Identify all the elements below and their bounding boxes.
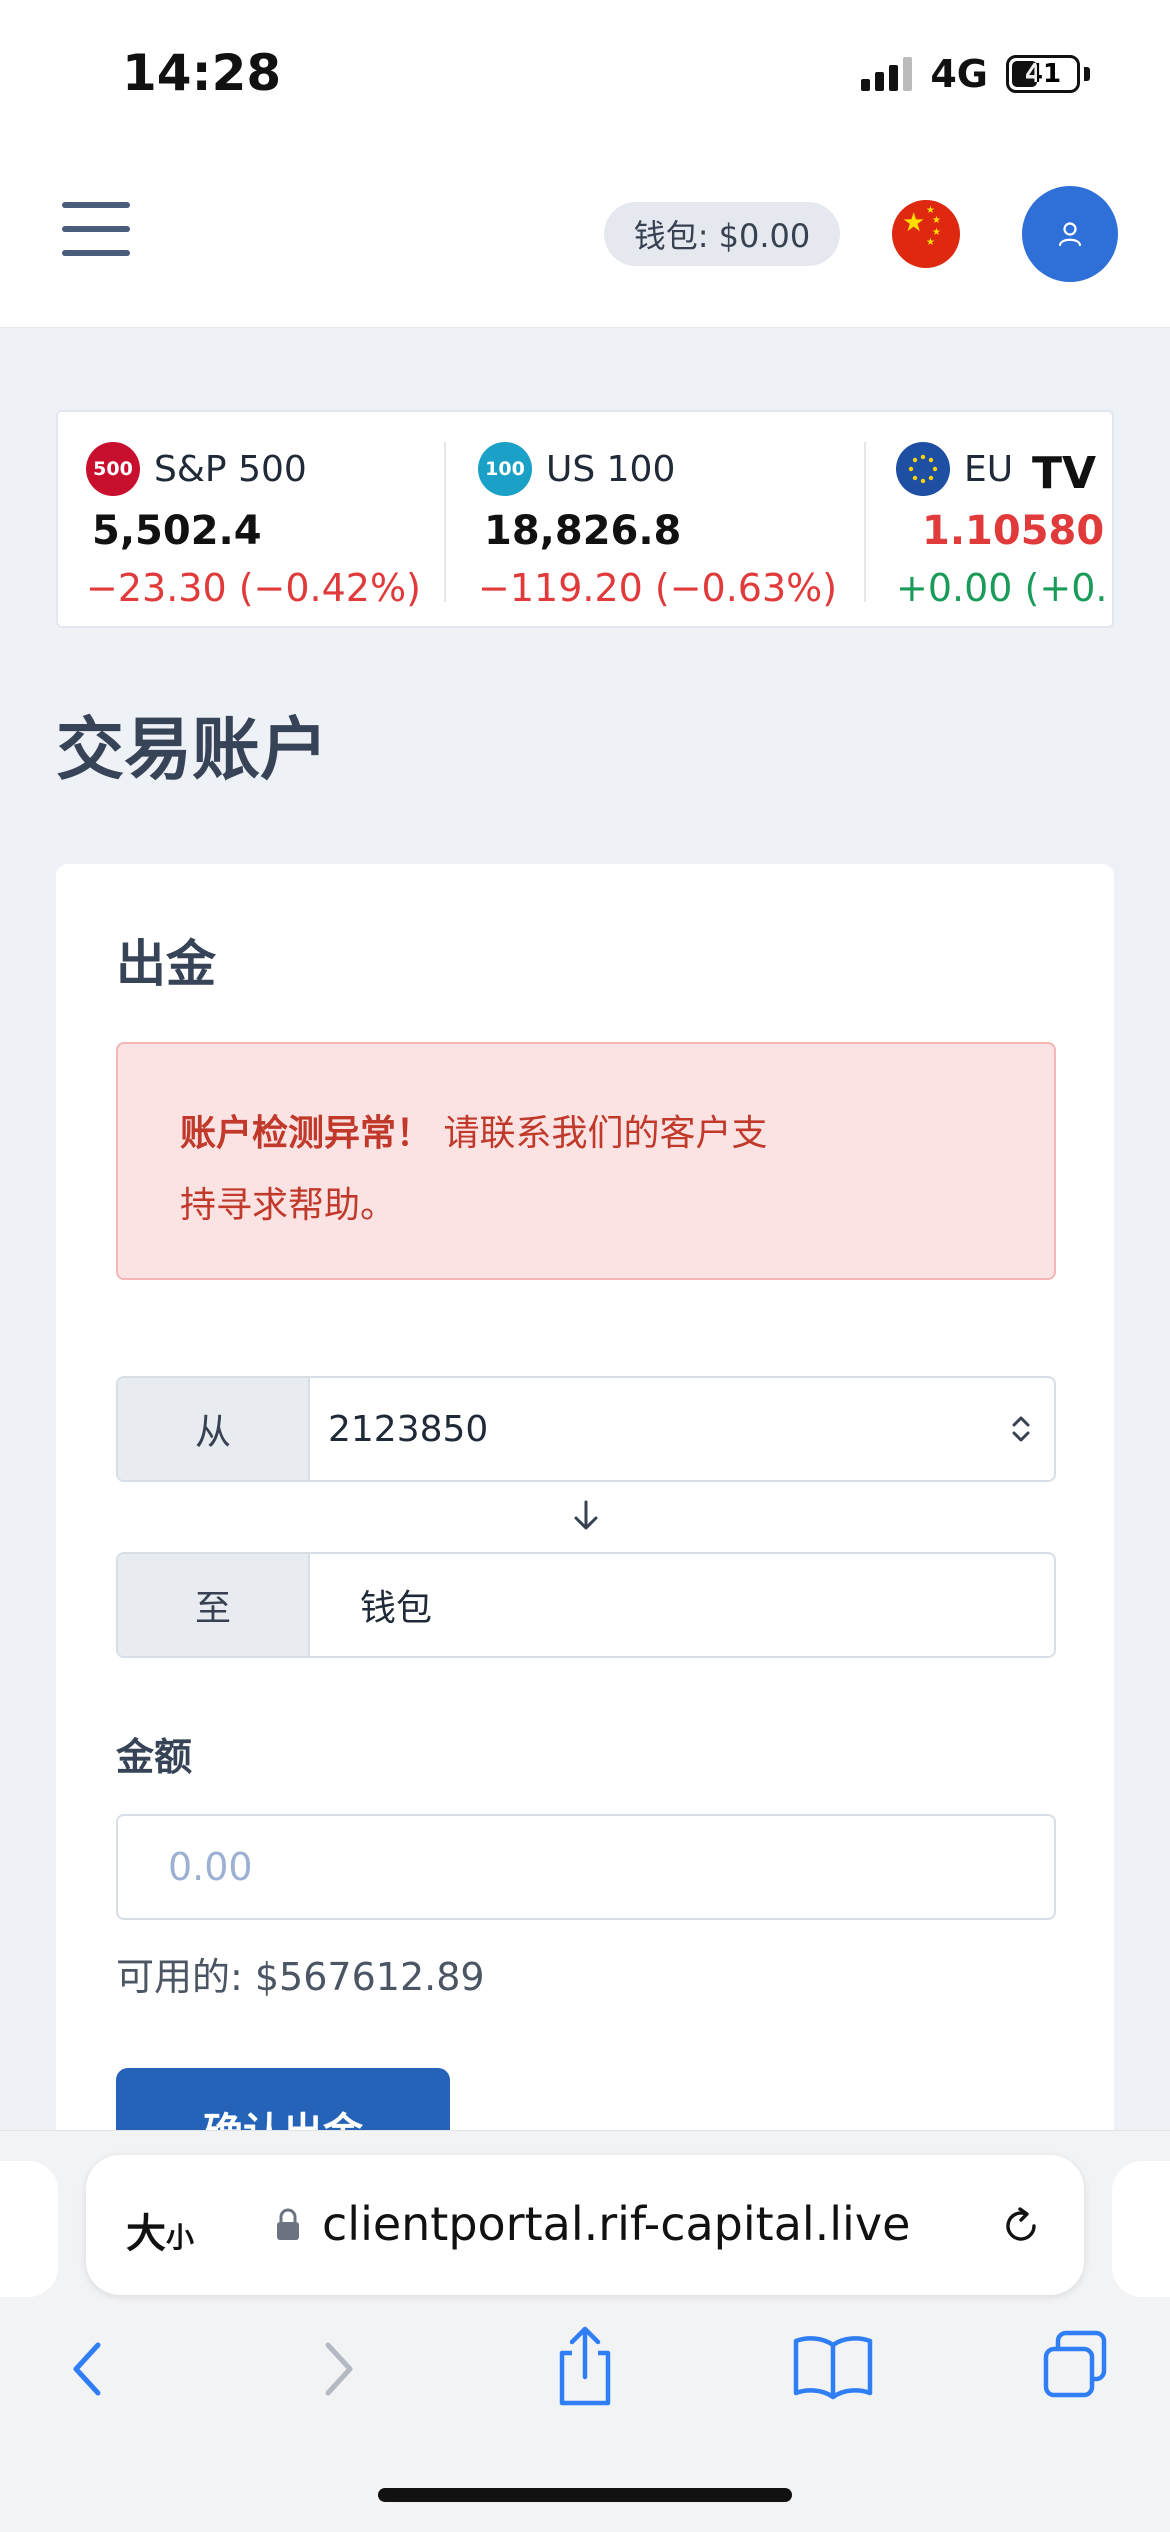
ticker-divider xyxy=(864,442,866,602)
ticker-change: −119.20 (−0.63%) xyxy=(478,566,838,610)
ticker-price: 18,826.8 xyxy=(484,508,682,554)
share-icon[interactable] xyxy=(550,2323,620,2409)
card-title: 出金 xyxy=(116,935,216,993)
ticker-price: 1.10580 xyxy=(922,508,1105,554)
ticker-head: 500 S&P 500 xyxy=(86,442,307,496)
status-bar: 14:28 4G 41 xyxy=(0,0,1170,150)
ticker-head: 100 US 100 xyxy=(478,442,675,496)
arrow-down-icon xyxy=(574,1500,598,1530)
china-flag-icon[interactable]: ★ ★ ★ ★ ★ xyxy=(892,200,960,268)
to-label: 至 xyxy=(118,1554,310,1656)
forward-icon[interactable] xyxy=(316,2337,360,2401)
ticker-name: EU xyxy=(964,448,1014,490)
tradingview-logo[interactable]: TV xyxy=(1016,436,1112,510)
sp500-badge-icon: 500 xyxy=(86,442,140,496)
available-balance: 可用的: $567612.89 xyxy=(116,1955,485,1999)
app-header: 钱包: $0.00 ★ ★ ★ ★ ★ xyxy=(0,150,1170,328)
ticker-name: US 100 xyxy=(546,448,676,490)
network-type: 4G xyxy=(930,52,988,96)
ticker-item-us100[interactable]: 100 US 100 18,826.8 −119.20 (−0.63%) xyxy=(478,412,858,626)
amount-input[interactable]: 0.00 xyxy=(116,1814,1056,1920)
address-bar[interactable]: 大小 clientportal.rif-capital.live xyxy=(86,2155,1084,2295)
ticker-change: −23.30 (−0.42%) xyxy=(86,566,421,610)
market-ticker: 500 S&P 500 5,502.4 −23.30 (−0.42%) 100 … xyxy=(56,410,1114,628)
to-account-field[interactable]: 钱包 xyxy=(310,1554,1054,1656)
to-account-group: 至 钱包 xyxy=(116,1552,1056,1658)
tabs-icon[interactable] xyxy=(1040,2327,1112,2403)
next-tab-preview[interactable] xyxy=(1112,2161,1170,2297)
wallet-balance-pill[interactable]: 钱包: $0.00 xyxy=(604,202,840,266)
ticker-name: S&P 500 xyxy=(154,448,307,490)
browser-toolbar: 大小 clientportal.rif-capital.live xyxy=(0,2130,1170,2532)
eu-flag-icon xyxy=(896,442,950,496)
url-text: clientportal.rif-capital.live xyxy=(322,2197,911,2251)
user-glyph-icon xyxy=(1058,222,1082,247)
from-account-group: 从 2123850 xyxy=(116,1376,1056,1482)
home-indicator[interactable] xyxy=(378,2488,792,2502)
browser-nav xyxy=(0,2326,1170,2451)
amount-label: 金额 xyxy=(116,1735,193,1779)
ticker-head: EU xyxy=(896,442,1013,496)
battery-level: 41 xyxy=(1024,59,1062,89)
lock-icon xyxy=(277,2208,299,2240)
error-alert: 账户检测异常！ 请联系我们的客户支 持寻求帮助。 xyxy=(116,1042,1056,1280)
select-chevron-icon xyxy=(1012,1416,1030,1442)
ticker-change: +0.00 (+0. xyxy=(896,566,1108,610)
user-icon[interactable] xyxy=(1022,186,1118,282)
alert-text: 请联系我们的客户支 xyxy=(432,1113,768,1154)
from-account-select[interactable]: 2123850 xyxy=(310,1378,1054,1480)
alert-text-line2: 持寻求帮助。 xyxy=(180,1185,397,1226)
battery-icon: 41 xyxy=(1006,55,1080,93)
back-icon[interactable] xyxy=(66,2337,110,2401)
page-title: 交易账户 xyxy=(56,711,329,790)
ticker-divider xyxy=(444,442,446,602)
from-account-value: 2123850 xyxy=(328,1408,489,1450)
previous-tab-preview[interactable] xyxy=(0,2161,58,2297)
ticker-price: 5,502.4 xyxy=(92,508,262,554)
reload-icon[interactable] xyxy=(998,2203,1044,2249)
ticker-item-sp500[interactable]: 500 S&P 500 5,502.4 −23.30 (−0.42%) xyxy=(86,412,446,626)
bookmarks-icon[interactable] xyxy=(790,2331,876,2401)
withdraw-card: 出金 账户检测异常！ 请联系我们的客户支 持寻求帮助。 从 2123850 至 … xyxy=(56,864,1114,2178)
signal-icon xyxy=(861,57,913,91)
from-label: 从 xyxy=(118,1378,310,1480)
menu-icon[interactable] xyxy=(62,202,130,256)
alert-strong-text: 账户检测异常！ xyxy=(180,1113,433,1154)
status-time: 14:28 xyxy=(122,44,282,102)
us100-badge-icon: 100 xyxy=(478,442,532,496)
status-indicators: 4G 41 xyxy=(861,52,1090,96)
battery-nub xyxy=(1084,67,1090,81)
text-size-button[interactable]: 大小 xyxy=(126,2201,194,2259)
